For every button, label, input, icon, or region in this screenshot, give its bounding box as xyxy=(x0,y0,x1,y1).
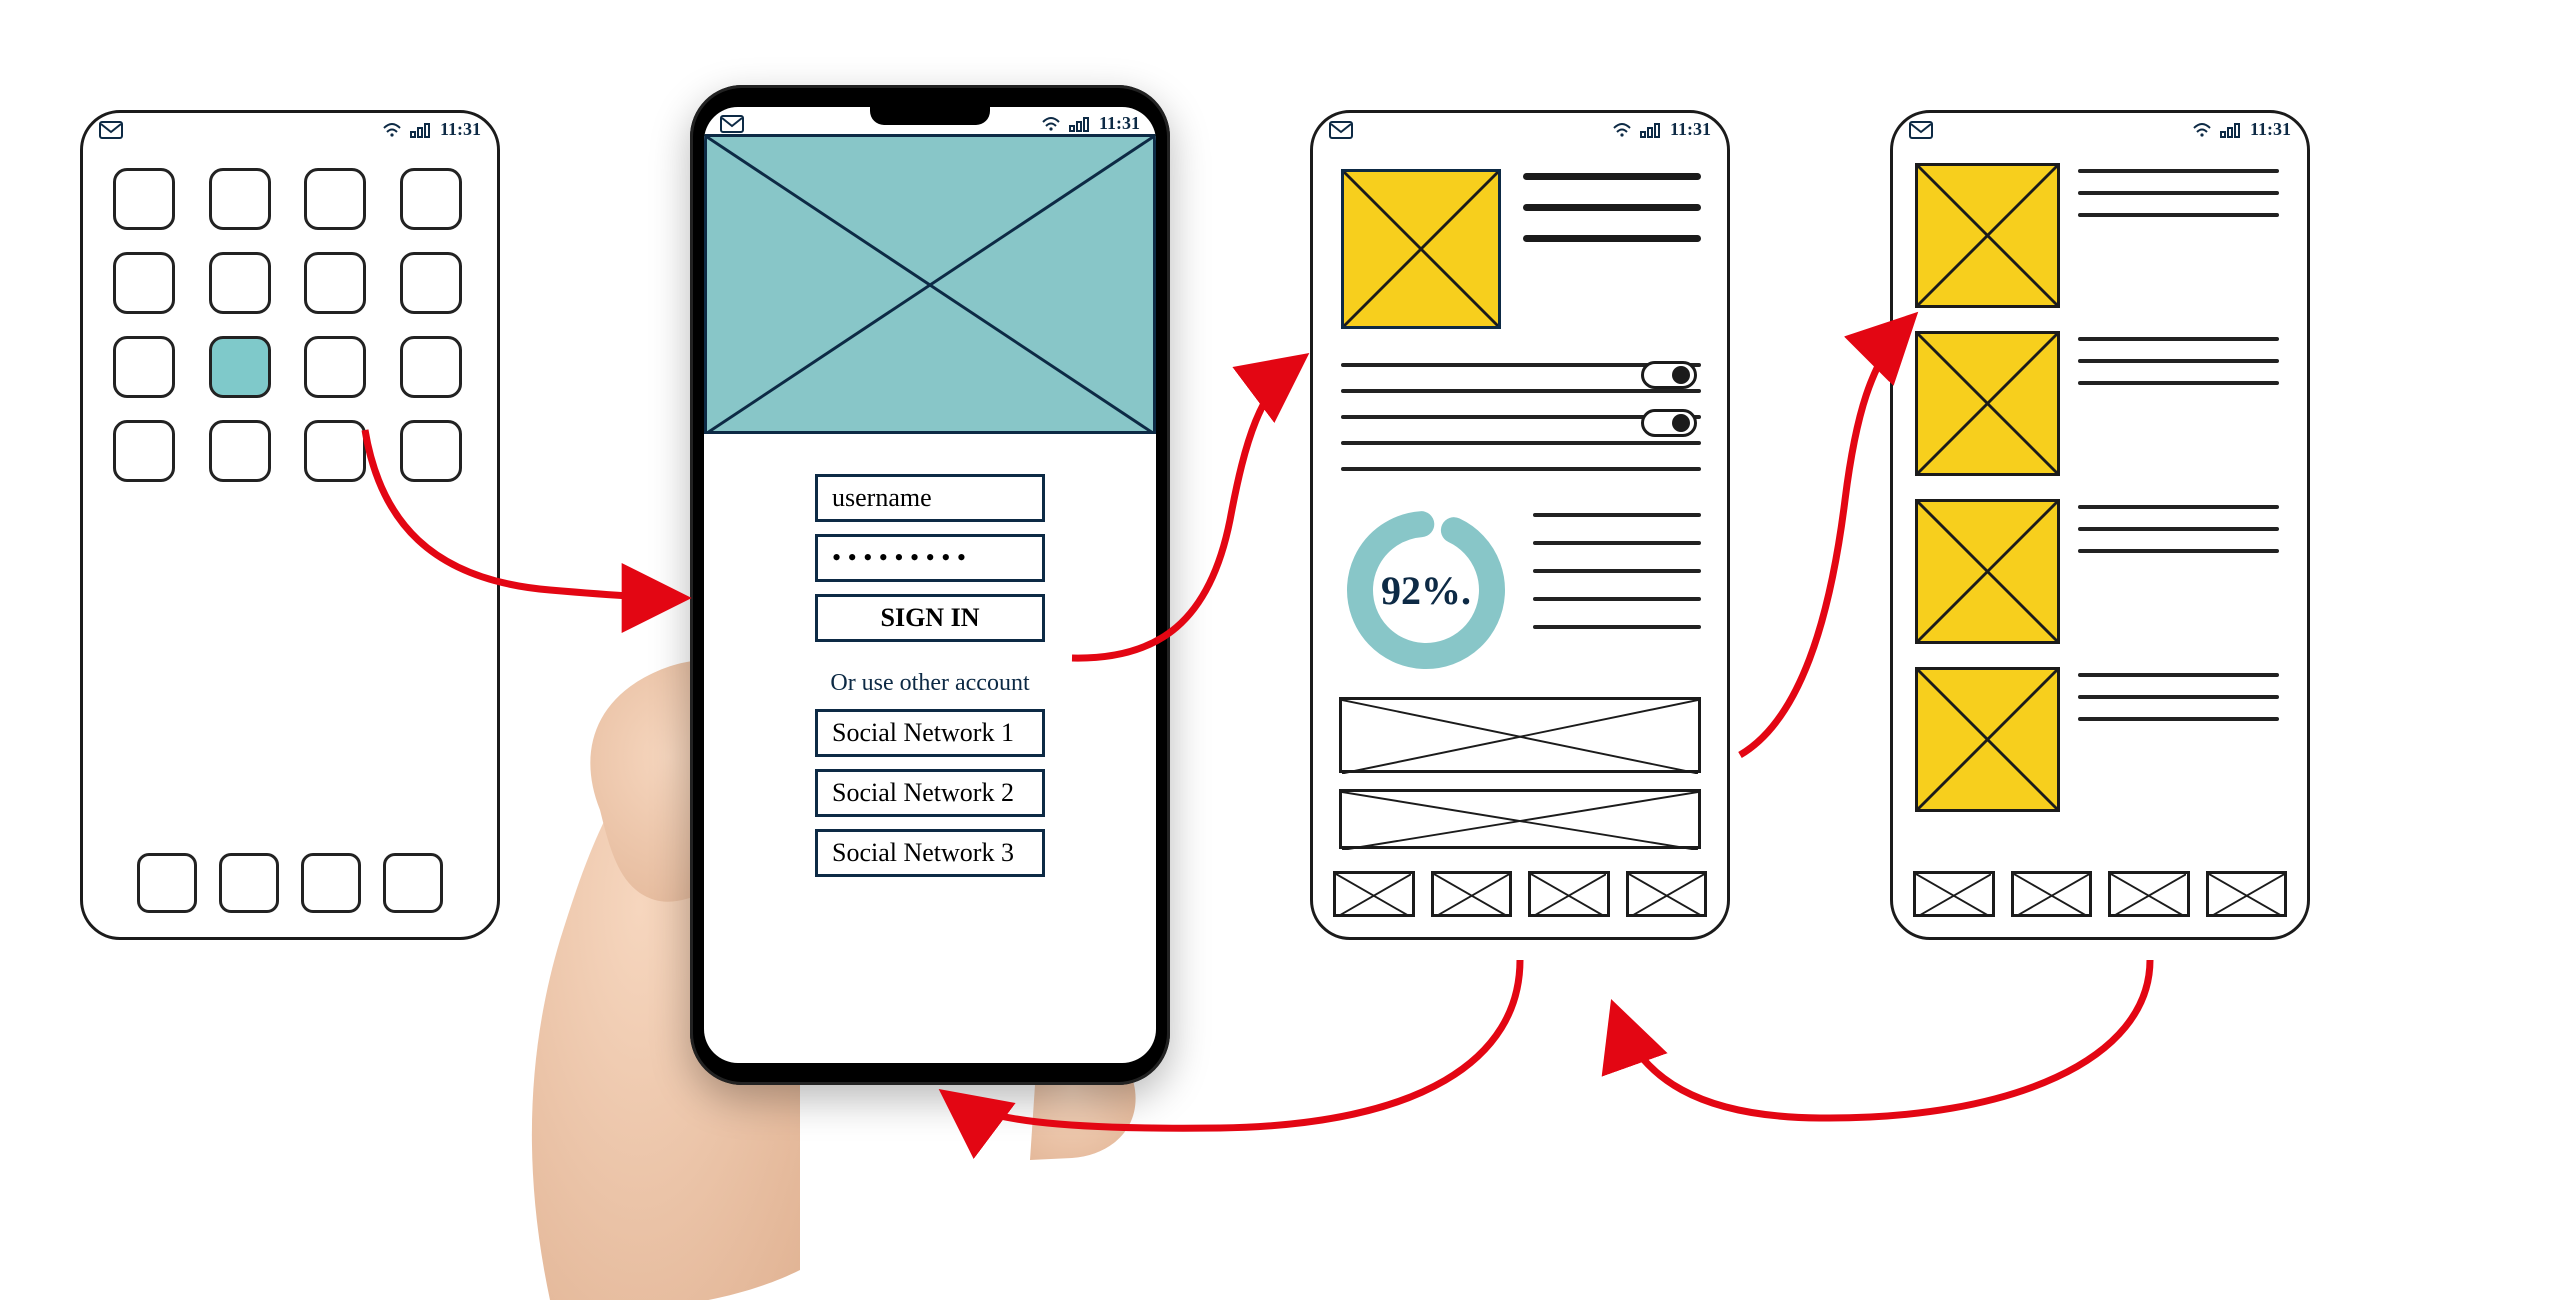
list-item-text xyxy=(2078,667,2285,823)
social-login-2[interactable]: Social Network 2 xyxy=(815,769,1045,817)
toggle-2[interactable] xyxy=(1641,409,1697,437)
header-lines xyxy=(1523,173,1701,242)
avatar-placeholder xyxy=(1341,169,1501,329)
hero-image-placeholder xyxy=(704,134,1156,434)
screen-3-settings: 11:31 92%. xyxy=(1310,110,1730,940)
screen-1-home: 11:31 xyxy=(80,110,500,940)
app-icon[interactable] xyxy=(113,336,175,398)
card-placeholder-1[interactable] xyxy=(1339,697,1701,773)
app-icon-highlighted[interactable] xyxy=(209,336,271,398)
list-item[interactable] xyxy=(1915,499,2285,655)
statusbar: 11:31 xyxy=(83,113,497,140)
status-time: 11:31 xyxy=(2250,119,2291,140)
signin-button[interactable]: SIGN IN xyxy=(815,594,1045,642)
app-icon[interactable] xyxy=(113,252,175,314)
signal-icon xyxy=(1069,116,1091,132)
list-item-text xyxy=(2078,163,2285,319)
screen-2-signin: 11:31 username • • • • • • • • • SIGN IN… xyxy=(690,85,1170,1085)
app-icon[interactable] xyxy=(400,336,462,398)
tabbar xyxy=(1913,871,2287,917)
signal-icon xyxy=(1640,122,1662,138)
app-grid xyxy=(83,140,497,492)
app-icon[interactable] xyxy=(209,168,271,230)
progress-value: 92%. xyxy=(1381,567,1471,614)
username-input[interactable]: username xyxy=(815,474,1045,522)
statusbar: 11:31 xyxy=(1893,113,2307,140)
thumbnail-placeholder xyxy=(1915,163,2060,308)
phone-notch xyxy=(870,107,990,125)
status-time: 11:31 xyxy=(440,119,481,140)
dock-app-icon[interactable] xyxy=(301,853,361,913)
mail-icon xyxy=(99,121,123,139)
dock xyxy=(83,853,497,913)
app-icon[interactable] xyxy=(400,168,462,230)
mail-icon xyxy=(1909,121,1933,139)
app-icon[interactable] xyxy=(304,420,366,482)
tab-item[interactable] xyxy=(1913,871,1995,917)
dock-app-icon[interactable] xyxy=(383,853,443,913)
signal-icon xyxy=(410,122,432,138)
statusbar: 11:31 xyxy=(1313,113,1727,140)
wifi-icon xyxy=(382,122,402,138)
tab-item[interactable] xyxy=(2108,871,2190,917)
list-item-text xyxy=(2078,331,2285,487)
screen-4-list: 11:31 xyxy=(1890,110,2310,940)
list-item-text xyxy=(2078,499,2285,655)
tabbar xyxy=(1333,871,1707,917)
tab-item[interactable] xyxy=(2206,871,2288,917)
wireframe-flow-diagram: 11:31 xyxy=(0,0,2560,1295)
tab-item[interactable] xyxy=(1528,871,1610,917)
password-input[interactable]: • • • • • • • • • xyxy=(815,534,1045,582)
card-placeholder-2[interactable] xyxy=(1339,789,1701,849)
mail-icon xyxy=(720,115,744,133)
detail-lines xyxy=(1533,513,1701,629)
app-icon[interactable] xyxy=(209,252,271,314)
list-item[interactable] xyxy=(1915,163,2285,319)
progress-ring: 92%. xyxy=(1341,505,1511,675)
mail-icon xyxy=(1329,121,1353,139)
app-icon[interactable] xyxy=(304,168,366,230)
social-login-1[interactable]: Social Network 1 xyxy=(815,709,1045,757)
wifi-icon xyxy=(1612,122,1632,138)
status-time: 11:31 xyxy=(1670,119,1711,140)
toggle-1[interactable] xyxy=(1641,361,1697,389)
app-icon[interactable] xyxy=(400,420,462,482)
app-icon[interactable] xyxy=(209,420,271,482)
app-icon[interactable] xyxy=(304,336,366,398)
dock-app-icon[interactable] xyxy=(137,853,197,913)
tab-item[interactable] xyxy=(2011,871,2093,917)
app-icon[interactable] xyxy=(113,168,175,230)
app-icon[interactable] xyxy=(113,420,175,482)
list-item[interactable] xyxy=(1915,667,2285,823)
wifi-icon xyxy=(1041,116,1061,132)
tab-item[interactable] xyxy=(1333,871,1415,917)
app-icon[interactable] xyxy=(304,252,366,314)
tab-item[interactable] xyxy=(1626,871,1708,917)
thumbnail-placeholder xyxy=(1915,499,2060,644)
list-item[interactable] xyxy=(1915,331,2285,487)
wifi-icon xyxy=(2192,122,2212,138)
social-login-3[interactable]: Social Network 3 xyxy=(815,829,1045,877)
alt-login-label: Or use other account xyxy=(830,670,1029,697)
status-time: 11:31 xyxy=(1099,113,1140,134)
tab-item[interactable] xyxy=(1431,871,1513,917)
dock-app-icon[interactable] xyxy=(219,853,279,913)
app-icon[interactable] xyxy=(400,252,462,314)
thumbnail-placeholder xyxy=(1915,667,2060,812)
signal-icon xyxy=(2220,122,2242,138)
thumbnail-placeholder xyxy=(1915,331,2060,476)
